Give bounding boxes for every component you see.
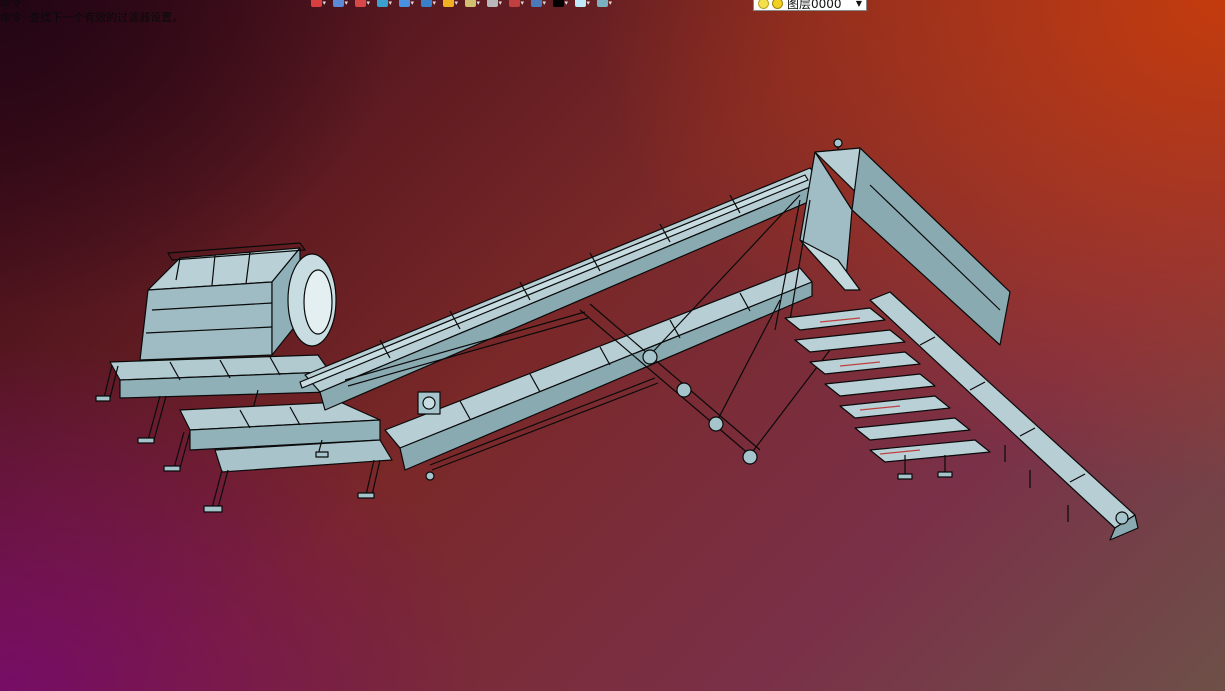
discharge-conveyor[interactable] xyxy=(869,291,1139,541)
lower-conveyor[interactable] xyxy=(384,267,813,481)
3d-viewport[interactable] xyxy=(0,0,1225,691)
rotary-drum-screen[interactable] xyxy=(139,242,337,361)
gearbox xyxy=(417,391,441,415)
washing-table xyxy=(163,401,393,513)
